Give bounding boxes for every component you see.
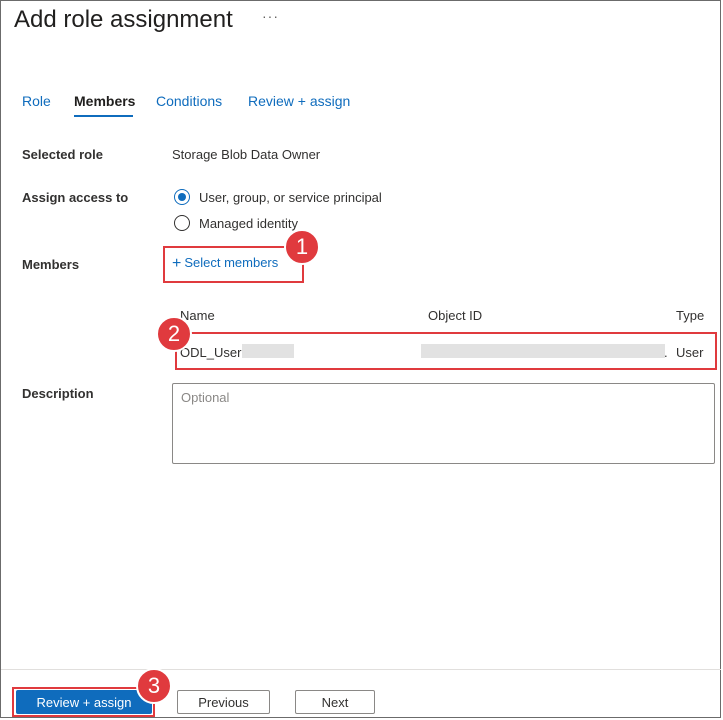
description-field[interactable]: [172, 383, 715, 464]
tab-role[interactable]: Role: [22, 93, 51, 109]
callout-badge-1: 1: [284, 229, 320, 265]
review-assign-button[interactable]: Review + assign: [16, 690, 152, 714]
next-button[interactable]: Next: [295, 690, 375, 714]
column-header-type: Type: [676, 308, 705, 323]
selected-role-value: Storage Blob Data Owner: [172, 147, 321, 162]
description-input[interactable]: [173, 384, 714, 463]
tab-review-assign[interactable]: Review + assign: [248, 93, 350, 109]
previous-button[interactable]: Previous: [177, 690, 270, 714]
callout-badge-2: 2: [156, 316, 192, 352]
active-tab-indicator: [74, 115, 133, 117]
footer-divider: [1, 669, 721, 670]
members-label: Members: [22, 257, 80, 272]
callout-box-1: [163, 246, 304, 283]
radio-managed-identity-label[interactable]: Managed identity: [199, 216, 298, 231]
page-title: Add role assignment: [14, 6, 233, 33]
callout-badge-3: 3: [136, 668, 172, 704]
radio-user-group-sp-label[interactable]: User, group, or service principal: [199, 190, 382, 205]
description-label: Description: [22, 386, 94, 401]
callout-box-2: [175, 332, 717, 370]
column-header-object-id: Object ID: [428, 308, 483, 323]
tab-conditions[interactable]: Conditions: [156, 93, 222, 109]
radio-managed-identity[interactable]: [174, 215, 190, 231]
ellipsis-icon[interactable]: ···: [262, 8, 279, 24]
radio-user-group-sp[interactable]: [174, 189, 190, 205]
assign-access-label: Assign access to: [22, 190, 129, 205]
selected-role-label: Selected role: [22, 147, 103, 162]
tab-members[interactable]: Members: [74, 93, 135, 109]
